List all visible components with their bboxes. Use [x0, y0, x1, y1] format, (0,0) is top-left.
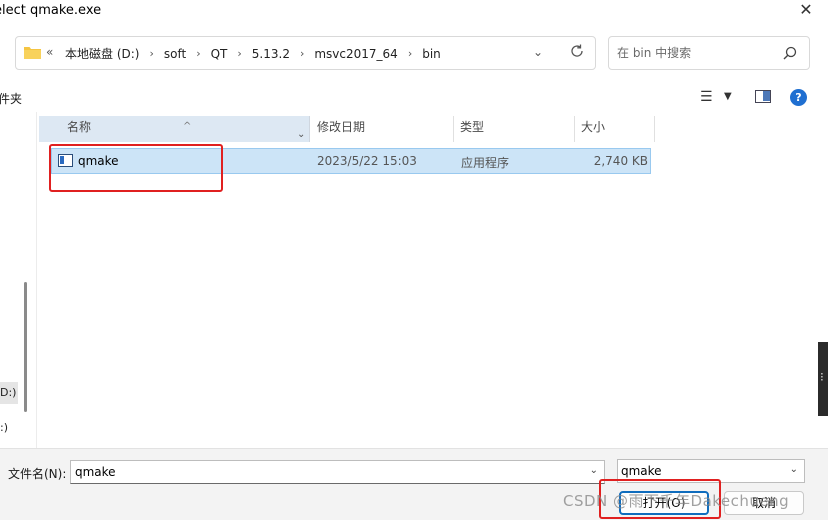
- title-bar: elect qmake.exe ✕: [0, 0, 828, 26]
- navigation-pane: D:) :): [0, 112, 34, 448]
- column-header-name-label: 名称: [67, 120, 92, 134]
- chevron-down-icon[interactable]: ▼: [724, 91, 732, 102]
- close-icon[interactable]: ✕: [798, 2, 814, 18]
- column-header-date[interactable]: 修改日期: [309, 116, 454, 142]
- toolbar: 件夹 ☰ ▼ ?: [0, 84, 828, 112]
- chevron-down-icon[interactable]: ⌄: [790, 464, 798, 475]
- search-input[interactable]: [617, 44, 777, 62]
- file-type: 应用程序: [461, 156, 510, 170]
- window-edge-handle: [818, 342, 828, 416]
- breadcrumb-separator[interactable]: ›: [292, 47, 312, 60]
- breadcrumb-separator[interactable]: ›: [229, 47, 249, 60]
- file-date: 2023/5/22 15:03: [317, 154, 417, 168]
- nav-scrollbar[interactable]: [24, 282, 27, 412]
- search-box[interactable]: [608, 36, 810, 70]
- column-header-name[interactable]: 名称 ^ ⌄: [39, 116, 309, 142]
- breadcrumb-separator[interactable]: ›: [141, 47, 161, 60]
- breadcrumb-qt[interactable]: QT: [209, 47, 230, 61]
- filename-label: 文件名(N):: [8, 467, 67, 481]
- file-size: 2,740 KB: [593, 154, 648, 168]
- breadcrumb-version[interactable]: 5.13.2: [250, 47, 292, 61]
- breadcrumb: 本地磁盘 (D:) › soft › QT › 5.13.2 › msvc201…: [63, 45, 443, 62]
- address-row: « 本地磁盘 (D:) › soft › QT › 5.13.2 › msvc2…: [0, 26, 828, 84]
- sort-ascending-icon: ^: [183, 121, 192, 132]
- breadcrumb-overflow[interactable]: «: [46, 45, 53, 59]
- breadcrumb-msvc[interactable]: msvc2017_64: [312, 47, 399, 61]
- window-title: elect qmake.exe: [0, 3, 102, 18]
- column-header-type[interactable]: 类型: [454, 116, 575, 142]
- filename-input[interactable]: [75, 464, 575, 480]
- chevron-down-icon[interactable]: ⌄: [297, 124, 305, 146]
- breadcrumb-bin[interactable]: bin: [420, 47, 443, 61]
- highlight-box-file: [49, 144, 223, 192]
- column-header-size[interactable]: 大小: [575, 116, 655, 142]
- nav-item-drive[interactable]: :): [0, 418, 18, 438]
- search-icon[interactable]: [783, 46, 797, 60]
- breadcrumb-separator[interactable]: ›: [400, 47, 420, 60]
- folder-icon: [24, 47, 41, 59]
- help-icon[interactable]: ?: [790, 89, 807, 106]
- filename-combobox[interactable]: ⌄: [70, 460, 605, 484]
- refresh-icon[interactable]: [569, 43, 585, 59]
- chevron-down-icon[interactable]: ⌄: [590, 465, 598, 476]
- breadcrumb-soft[interactable]: soft: [162, 47, 188, 61]
- chevron-down-icon[interactable]: ⌄: [533, 45, 543, 59]
- preview-pane-icon[interactable]: [755, 90, 771, 103]
- breadcrumb-separator[interactable]: ›: [188, 47, 208, 60]
- filter-value: qmake: [621, 464, 662, 478]
- address-bar[interactable]: « 本地磁盘 (D:) › soft › QT › 5.13.2 › msvc2…: [15, 36, 596, 70]
- view-list-icon[interactable]: ☰: [700, 89, 713, 105]
- watermark: CSDN @雨下千年Dakechueng: [563, 492, 790, 510]
- breadcrumb-drive[interactable]: 本地磁盘 (D:): [63, 45, 141, 62]
- nav-item-drive-d[interactable]: D:): [0, 382, 18, 404]
- new-folder-button[interactable]: 件夹: [0, 90, 22, 107]
